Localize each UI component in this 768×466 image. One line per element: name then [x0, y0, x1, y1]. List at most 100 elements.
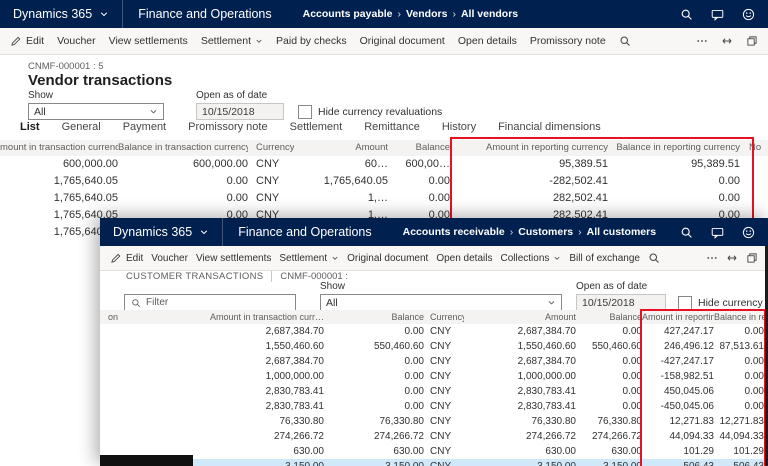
original-document-button[interactable]: Original document: [347, 253, 428, 264]
column-header[interactable]: Balance: [324, 310, 424, 324]
tab-promissory-note[interactable]: Promissory note: [188, 121, 267, 133]
column-header[interactable]: Balance in reporting currency: [608, 140, 740, 156]
popout-window-icon[interactable]: [746, 35, 758, 47]
more-options-icon[interactable]: [706, 252, 718, 264]
view-settlements-button[interactable]: View settlements: [196, 253, 271, 264]
edit-button[interactable]: Edit: [10, 35, 44, 47]
column-header[interactable]: Amount in transaction curr…: [126, 310, 324, 324]
app-name[interactable]: Finance and Operations: [222, 218, 386, 246]
voucher-button[interactable]: Voucher: [151, 253, 188, 264]
table-row[interactable]: 1,000,000.000.00CNY1,000,000.000.00-158,…: [100, 369, 768, 384]
column-header[interactable]: Balance in repor…: [714, 310, 764, 324]
show-select[interactable]: All: [320, 294, 562, 311]
settlement-menu-button[interactable]: Settlement: [201, 35, 263, 47]
column-header[interactable]: Amount in reporting currency: [450, 140, 608, 156]
feedback-icon[interactable]: [711, 226, 724, 239]
action-search-icon[interactable]: [619, 35, 631, 47]
original-document-label: Original document: [347, 253, 428, 264]
column-header[interactable]: Currency: [248, 140, 294, 156]
tab-history[interactable]: History: [442, 121, 476, 133]
column-header[interactable]: Amount in reporting currency: [642, 310, 714, 324]
tab-settlement[interactable]: Settlement: [290, 121, 343, 133]
table-row[interactable]: 2,830,783.410.00CNY2,830,783.410.00450,0…: [100, 384, 768, 399]
search-icon[interactable]: [680, 226, 693, 239]
open-details-button[interactable]: Open details: [436, 253, 492, 264]
voucher-button[interactable]: Voucher: [57, 35, 96, 47]
grid-cell: [100, 414, 126, 429]
grid-cell: 3,150.00: [324, 459, 424, 466]
show-select[interactable]: All: [28, 103, 164, 120]
table-row[interactable]: 76,330.8076,330.80CNY76,330.8076,330.801…: [100, 414, 768, 429]
breadcrumb-item[interactable]: All customers: [587, 226, 656, 238]
open-details-button[interactable]: Open details: [458, 35, 517, 47]
fullscreen-icon[interactable]: [721, 35, 733, 47]
breadcrumb-item[interactable]: Accounts receivable: [403, 226, 514, 238]
edit-button[interactable]: Edit: [110, 252, 143, 264]
table-row[interactable]: 2,687,384.700.00CNY2,687,384.700.00-427,…: [100, 354, 768, 369]
table-row[interactable]: 2,830,783.410.00CNY2,830,783.410.00-450,…: [100, 399, 768, 414]
open-as-of-date-input[interactable]: 10/15/2018: [576, 294, 666, 311]
hide-revaluations-checkbox[interactable]: [298, 105, 312, 119]
tab-general[interactable]: General: [62, 121, 101, 133]
breadcrumb-item[interactable]: Customers: [518, 226, 581, 238]
column-header[interactable]: Amount: [294, 140, 388, 156]
bill-of-exchange-button[interactable]: Bill of exchange: [569, 253, 640, 264]
grid-cell: 3,150.00: [576, 459, 642, 466]
feedback-icon[interactable]: [711, 8, 724, 21]
table-row[interactable]: 1,550,460.60550,460.60CNY1,550,460.60550…: [100, 339, 768, 354]
tab-financial-dimensions[interactable]: Financial dimensions: [498, 121, 601, 133]
tab-list[interactable]: List: [20, 121, 40, 133]
tab-payment[interactable]: Payment: [123, 121, 166, 133]
table-row[interactable]: 274,266.72274,266.72CNY274,266.72274,266…: [100, 429, 768, 444]
more-options-icon[interactable]: [696, 35, 708, 47]
collections-menu-button[interactable]: Collections: [500, 253, 561, 264]
grid-cell: 2,687,384.70: [126, 324, 324, 339]
column-header[interactable]: No: [740, 140, 766, 156]
app-name[interactable]: Finance and Operations: [122, 0, 286, 28]
paid-by-checks-button[interactable]: Paid by checks: [276, 35, 347, 47]
popout-window-icon[interactable]: [746, 252, 758, 264]
grid-cell: [100, 369, 126, 384]
voucher-label: Voucher: [57, 35, 96, 47]
grid-cell: CNY: [424, 459, 464, 466]
table-row[interactable]: 1,765,640.050.00CNY1,…0.00282,502.410.00: [0, 190, 768, 207]
column-header[interactable]: on: [100, 310, 126, 324]
column-header[interactable]: mount in transaction currency: [0, 140, 118, 156]
quick-filter-input[interactable]: Filter: [124, 294, 296, 311]
dynamics-365-menu[interactable]: Dynamics 365: [0, 0, 122, 28]
grid-cell: 0.00: [576, 354, 642, 369]
fullscreen-icon[interactable]: [726, 252, 738, 264]
breadcrumb-item[interactable]: Vendors: [406, 8, 456, 20]
action-search-icon[interactable]: [648, 252, 660, 264]
help-smiley-icon[interactable]: [742, 226, 755, 239]
original-document-button[interactable]: Original document: [360, 35, 445, 47]
help-smiley-icon[interactable]: [742, 8, 755, 21]
column-header[interactable]: Amount: [464, 310, 576, 324]
dynamics-365-menu[interactable]: Dynamics 365: [100, 218, 222, 246]
settlement-menu-button[interactable]: Settlement: [279, 253, 339, 264]
column-header[interactable]: Currency: [424, 310, 464, 324]
grid-cell: 274,266.72: [324, 429, 424, 444]
tab-remittance[interactable]: Remittance: [364, 121, 420, 133]
open-as-of-date-input[interactable]: 10/15/2018: [196, 103, 284, 120]
search-icon[interactable]: [680, 8, 693, 21]
grid-cell: 282,502.41: [450, 190, 608, 207]
column-header[interactable]: Balance: [576, 310, 642, 324]
grid-cell: -158,982.51: [642, 369, 714, 384]
column-header[interactable]: Balance in transaction currency: [118, 140, 248, 156]
table-row[interactable]: 630.00630.00CNY630.00630.00101.29101.29: [100, 444, 768, 459]
table-row[interactable]: 3,150.003,150.00CNY3,150.003,150.00506.4…: [100, 459, 768, 466]
collections-label: Collections: [500, 253, 549, 264]
table-row[interactable]: 600,000.00600,000.00CNY60…600,00…95,389.…: [0, 156, 768, 173]
view-settlements-button[interactable]: View settlements: [109, 35, 188, 47]
column-header[interactable]: Balance: [388, 140, 450, 156]
hide-revaluations-checkbox[interactable]: [678, 296, 692, 310]
table-row[interactable]: 1,765,640.050.00CNY1,765,640.050.00-282,…: [0, 173, 768, 190]
view-settlements-label: View settlements: [196, 253, 271, 264]
breadcrumb-item[interactable]: Accounts payable: [303, 8, 401, 20]
breadcrumb-item[interactable]: All vendors: [461, 8, 518, 20]
grid-cell: 0.00: [324, 369, 424, 384]
promissory-note-button[interactable]: Promissory note: [530, 35, 606, 47]
table-row[interactable]: 2,687,384.700.00CNY2,687,384.700.00427,2…: [100, 324, 768, 339]
dynamics-365-label: Dynamics 365: [113, 225, 192, 239]
